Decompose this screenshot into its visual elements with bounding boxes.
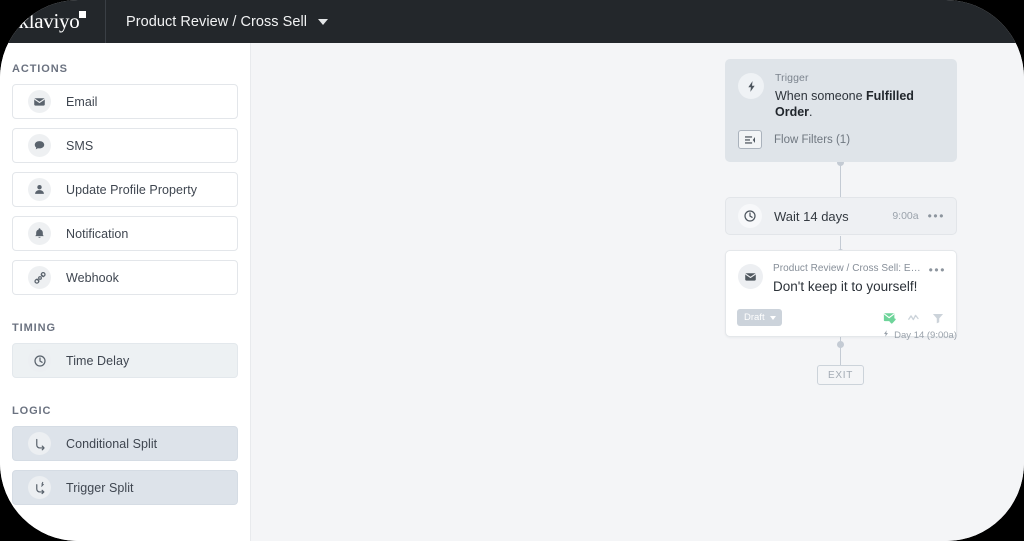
palette-item-label: Conditional Split: [66, 436, 158, 451]
flow-filters-row[interactable]: Flow Filters (1): [725, 130, 957, 162]
palette-section-actions: ACTIONS Email SMS Update Profile Propert…: [0, 43, 250, 295]
palette-item-label: Email: [66, 94, 98, 109]
palette-item-sms[interactable]: SMS: [12, 128, 238, 163]
palette-item-notification[interactable]: Notification: [12, 216, 238, 251]
wait-card[interactable]: Wait 14 days 9:00a •••: [725, 197, 957, 235]
app-window: klaviyo Product Review / Cross Sell ACTI…: [0, 0, 1024, 541]
webhook-icon: [28, 266, 51, 289]
chevron-down-icon: [318, 18, 329, 25]
trigger-kicker: Trigger: [775, 72, 809, 84]
trigger-sentence-prefix: When someone: [775, 89, 867, 103]
lightning-bolt-icon: [882, 330, 893, 341]
section-label-actions: ACTIONS: [12, 63, 68, 75]
palette-item-label: Trigger Split: [66, 480, 134, 495]
ellipsis-icon[interactable]: •••: [929, 264, 946, 276]
palette-section-logic: LOGIC Conditional Split Trigger Split: [0, 387, 250, 505]
palette-section-timing: TIMING Time Delay: [0, 304, 250, 378]
node-email[interactable]: Product Review / Cross Sell: Email 1 Don…: [725, 250, 957, 337]
email-kicker: Product Review / Cross Sell: Email 1: [773, 263, 929, 274]
trigger-text: Trigger When someone Fulfilled Order.: [775, 72, 944, 120]
envelope-icon: [738, 264, 763, 289]
node-wait[interactable]: Wait 14 days 9:00a •••: [725, 197, 957, 235]
email-card-header: Product Review / Cross Sell: Email 1 Don…: [726, 251, 956, 295]
email-check-icon[interactable]: [883, 311, 897, 325]
wait-label: Wait 14 days: [774, 208, 849, 224]
status-badge-label: Draft: [744, 312, 765, 323]
palette-item-label: Webhook: [66, 270, 119, 285]
palette-item-email[interactable]: Email: [12, 84, 238, 119]
section-label-logic: LOGIC: [12, 405, 52, 417]
lightning-bolt-icon: [738, 73, 764, 99]
email-subject: Don't keep it to yourself!: [773, 279, 918, 294]
ellipsis-icon[interactable]: •••: [928, 210, 945, 222]
flow-title: Product Review / Cross Sell: [126, 13, 308, 30]
flow-canvas[interactable]: Trigger When someone Fulfilled Order. Fl…: [251, 43, 1024, 541]
palette-item-label: Notification: [66, 226, 129, 241]
palette-item-webhook[interactable]: Webhook: [12, 260, 238, 295]
clock-icon: [738, 204, 762, 228]
trigger-card-header: Trigger When someone Fulfilled Order.: [725, 59, 957, 130]
connector-dot: [837, 341, 844, 348]
palette-item-trigger-split[interactable]: Trigger Split: [12, 470, 238, 505]
chat-bubble-icon: [28, 134, 51, 157]
exit-node[interactable]: EXIT: [817, 365, 864, 385]
email-schedule-note: Day 14 (9:00a): [741, 329, 957, 341]
component-palette-sidebar: ACTIONS Email SMS Update Profile Propert…: [0, 43, 251, 541]
trigger-split-icon: [28, 476, 51, 499]
brand-logo-text: klaviyo: [19, 9, 87, 34]
palette-item-label: Time Delay: [66, 353, 130, 368]
brand-logo[interactable]: klaviyo: [0, 0, 106, 43]
trigger-card[interactable]: Trigger When someone Fulfilled Order. Fl…: [725, 59, 957, 162]
palette-item-conditional-split[interactable]: Conditional Split: [12, 426, 238, 461]
funnel-filter-icon[interactable]: [931, 311, 945, 325]
flow-filters-label: Flow Filters (1): [774, 133, 851, 146]
trigger-sentence-suffix: .: [809, 105, 813, 119]
person-icon: [28, 178, 51, 201]
conditional-split-icon: [28, 432, 51, 455]
section-label-timing: TIMING: [12, 322, 56, 334]
wait-time: 9:00a: [892, 210, 919, 222]
chevron-down-icon: [769, 315, 776, 320]
email-text: Product Review / Cross Sell: Email 1 Don…: [773, 262, 929, 295]
email-card[interactable]: Product Review / Cross Sell: Email 1 Don…: [725, 250, 957, 337]
filter-list-icon: [738, 130, 762, 149]
node-trigger[interactable]: Trigger When someone Fulfilled Order. Fl…: [725, 59, 957, 162]
bell-icon: [28, 222, 51, 245]
palette-item-label: SMS: [66, 138, 94, 153]
envelope-icon: [28, 90, 51, 113]
email-action-icons: [883, 311, 945, 325]
top-bar: klaviyo Product Review / Cross Sell: [0, 0, 1024, 43]
flow-title-dropdown[interactable]: Product Review / Cross Sell: [120, 0, 334, 43]
analytics-line-icon[interactable]: [907, 311, 921, 325]
status-badge[interactable]: Draft: [737, 309, 782, 326]
clock-icon: [28, 349, 51, 372]
palette-item-time-delay[interactable]: Time Delay: [12, 343, 238, 378]
trigger-sentence: When someone Fulfilled Order.: [775, 88, 944, 120]
palette-item-update-profile-property[interactable]: Update Profile Property: [12, 172, 238, 207]
email-schedule-text: Day 14 (9:00a): [894, 330, 957, 341]
palette-item-label: Update Profile Property: [66, 182, 198, 197]
